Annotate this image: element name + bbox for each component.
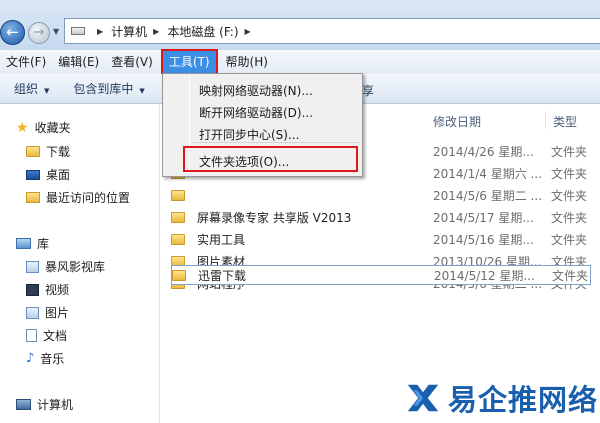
chevron-right-icon[interactable]: ▶ [97, 27, 103, 36]
menu-bar: 文件(F) 编辑(E) 查看(V) 工具(T) 帮助(H) [0, 49, 600, 75]
include-in-library-label: 包含到库中 [73, 82, 134, 96]
folder-icon [171, 211, 185, 223]
navigation-pane: ★ 收藏夹 下载 桌面 最近访问的位置 库 暴风影视库 视频 图片 文档 ♪ 音… [0, 105, 160, 423]
folder-icon [171, 189, 185, 201]
document-icon [26, 329, 37, 342]
chevron-right-icon[interactable]: ▶ [245, 27, 251, 36]
nav-item-documents[interactable]: 文档 [26, 327, 67, 344]
nav-item-label: 视频 [45, 283, 70, 297]
nav-computer-label: 计算机 [37, 398, 74, 412]
address-bar[interactable]: ▶ 计算机 ▶ 本地磁盘 (F:) ▶ [64, 18, 600, 44]
video-icon [26, 283, 39, 296]
share-button-partial[interactable]: 享 [362, 82, 374, 99]
menu-tools[interactable]: 工具(T) [160, 49, 218, 75]
chevron-down-icon: ▼ [139, 87, 145, 95]
nav-item-label: 图片 [45, 306, 70, 320]
nav-favorites-label: 收藏夹 [34, 121, 71, 135]
nav-item-label: 桌面 [46, 168, 71, 182]
nav-item-baofeng-library[interactable]: 暴风影视库 [26, 258, 105, 275]
menu-item-map-network-drive[interactable]: 映射网络驱动器(N)... [199, 82, 313, 99]
file-type: 文件夹 [551, 144, 588, 159]
forward-button[interactable]: → [28, 22, 50, 44]
computer-icon [16, 399, 31, 410]
include-in-library-button[interactable]: 包含到库中 ▼ [59, 80, 154, 97]
watermark-text: 易企推网络 [448, 382, 599, 417]
back-button[interactable]: ← [0, 20, 25, 45]
brand-logo-icon [407, 384, 439, 411]
tools-dropdown-menu: 映射网络驱动器(N)... 断开网络驱动器(D)... 打开同步中心(S)...… [162, 73, 363, 177]
file-type: 文件夹 [551, 210, 588, 225]
file-name: 屏幕录像专家 共享版 V2013 [197, 210, 352, 225]
nav-item-music[interactable]: ♪ 音乐 [26, 350, 64, 367]
nav-item-videos[interactable]: 视频 [26, 281, 69, 298]
title-bar: ← → ▼ ▶ 计算机 ▶ 本地磁盘 (F:) ▶ [0, 0, 600, 50]
chevron-down-icon: ▼ [44, 87, 50, 95]
file-type: 文件夹 [552, 268, 589, 283]
table-row[interactable]: 实用工具 2014/5/16 星期... 文件夹 [171, 229, 591, 249]
menu-edit[interactable]: 编辑(E) [52, 51, 105, 73]
nav-item-desktop[interactable]: 桌面 [26, 166, 70, 183]
nav-item-recent-places[interactable]: 最近访问的位置 [26, 189, 130, 206]
recent-places-icon [26, 192, 40, 203]
picture-icon [26, 306, 39, 319]
table-row-selected[interactable]: 迅雷下载 2014/5/12 星期... 文件夹 [171, 265, 591, 285]
column-header-date[interactable]: 修改日期 [433, 113, 481, 130]
file-type: 文件夹 [551, 232, 588, 247]
menu-view[interactable]: 查看(V) [105, 51, 159, 73]
downloads-folder-icon [26, 146, 40, 157]
nav-libraries-label: 库 [37, 237, 50, 251]
music-note-icon: ♪ [26, 351, 35, 366]
file-date: 2014/4/26 星期... [433, 144, 534, 159]
nav-favorites[interactable]: ★ 收藏夹 [16, 119, 71, 136]
menu-item-disconnect-network-drive[interactable]: 断开网络驱动器(D)... [199, 104, 313, 121]
column-divider[interactable] [545, 111, 546, 129]
menu-help[interactable]: 帮助(H) [220, 51, 274, 73]
menu-item-open-sync-center[interactable]: 打开同步中心(S)... [199, 126, 299, 143]
nav-item-label: 文档 [43, 329, 68, 343]
file-date: 2014/5/6 星期二 ... [433, 188, 542, 203]
watermark: 易企推网络 [404, 372, 600, 423]
file-date: 2014/5/16 星期... [433, 232, 534, 247]
file-date: 2014/5/17 星期... [433, 210, 534, 225]
star-icon: ★ [16, 119, 29, 136]
file-date: 2014/5/12 星期... [434, 268, 535, 283]
nav-item-label: 下载 [46, 145, 71, 159]
file-type: 文件夹 [551, 166, 588, 181]
nav-item-downloads[interactable]: 下载 [26, 143, 70, 160]
menu-separator [191, 142, 359, 143]
library-icon [16, 238, 31, 249]
drive-icon [71, 27, 85, 35]
file-name: 迅雷下载 [198, 268, 247, 283]
nav-computer[interactable]: 计算机 [16, 396, 73, 413]
table-row[interactable]: 2014/5/6 星期二 ... 文件夹 [171, 185, 591, 205]
desktop-icon [26, 169, 40, 180]
media-library-icon [26, 260, 39, 273]
folder-icon [171, 233, 185, 245]
breadcrumb-computer[interactable]: 计算机 [111, 23, 147, 40]
folder-icon [172, 269, 186, 281]
table-row[interactable]: 屏幕录像专家 共享版 V2013 2014/5/17 星期... 文件夹 [171, 207, 591, 227]
folder-options-highlight [183, 146, 358, 172]
recent-pages-dropdown-icon[interactable]: ▼ [53, 27, 59, 36]
menu-file[interactable]: 文件(F) [0, 51, 52, 73]
file-name: 实用工具 [197, 232, 246, 247]
column-header-type[interactable]: 类型 [553, 113, 577, 130]
nav-item-pictures[interactable]: 图片 [26, 304, 69, 321]
breadcrumb-drive[interactable]: 本地磁盘 (F:) [167, 23, 238, 40]
organize-button[interactable]: 组织 ▼ [0, 80, 59, 97]
organize-label: 组织 [14, 82, 39, 96]
nav-item-label: 音乐 [40, 352, 65, 366]
nav-item-label: 暴风影视库 [45, 260, 106, 274]
file-date: 2014/1/4 星期六 ... [433, 166, 542, 181]
file-type: 文件夹 [551, 188, 588, 203]
chevron-right-icon[interactable]: ▶ [153, 27, 159, 36]
nav-item-label: 最近访问的位置 [46, 191, 131, 205]
nav-libraries[interactable]: 库 [16, 235, 49, 252]
